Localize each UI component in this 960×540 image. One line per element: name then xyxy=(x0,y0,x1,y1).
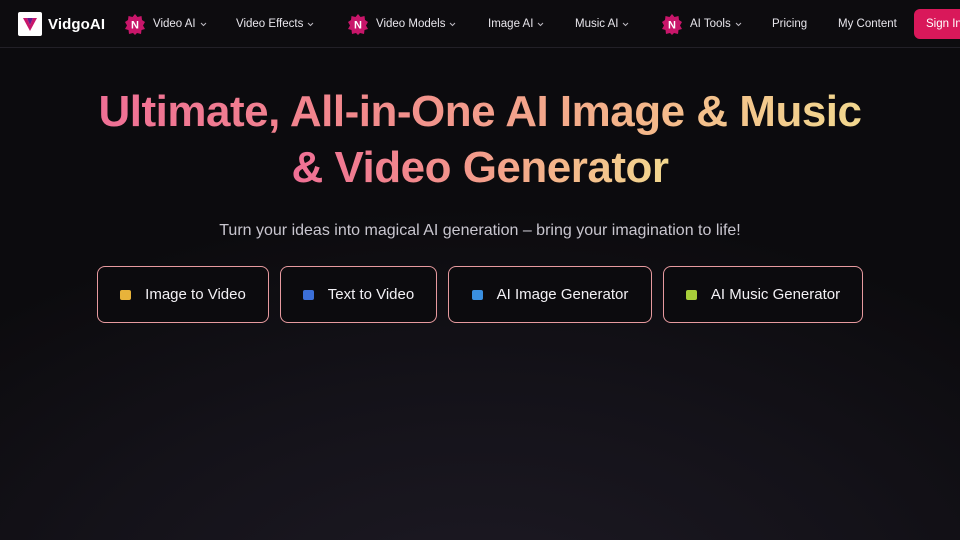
film-emoji-icon xyxy=(302,289,314,300)
chevron-down-icon xyxy=(735,22,742,26)
nav-item-label: Pricing xyxy=(772,18,808,30)
hero-title-line-2: & Video Generator xyxy=(291,143,669,192)
new-badge-icon: N xyxy=(348,14,368,35)
button-label: Image to Video xyxy=(145,286,246,303)
picture-emoji-icon xyxy=(120,289,132,300)
nav-item-my-content[interactable]: My Content xyxy=(838,12,897,36)
nav-item-label: AI Tools xyxy=(690,18,731,30)
top-navigation: VidgoAI N Video AI Video Effects N Video… xyxy=(0,0,960,48)
nav-item-video-models[interactable]: N Video Models xyxy=(347,12,456,36)
nav-item-label: Music AI xyxy=(575,18,619,30)
new-badge-icon: N xyxy=(125,14,145,35)
music-emoji-icon xyxy=(685,289,697,300)
svg-text:N: N xyxy=(354,20,362,32)
text-to-video-button[interactable]: Text to Video xyxy=(280,266,437,323)
sign-in-label: Sign In xyxy=(926,18,960,30)
chevron-down-icon xyxy=(307,22,314,26)
nav-item-music-ai[interactable]: Music AI xyxy=(575,12,629,36)
chevron-down-icon xyxy=(450,22,456,26)
image-to-video-button[interactable]: Image to Video xyxy=(97,266,269,323)
nav-item-image-ai[interactable]: Image AI xyxy=(488,12,544,36)
nav-item-video-ai[interactable]: N Video AI xyxy=(124,12,207,36)
nav-item-label: My Content xyxy=(838,18,897,30)
svg-text:N: N xyxy=(131,20,139,32)
sign-in-button[interactable]: Sign In xyxy=(914,9,960,39)
chevron-down-icon xyxy=(623,22,629,26)
button-label: AI Image Generator xyxy=(496,286,629,303)
nav-item-label: Image AI xyxy=(488,18,534,30)
hero-title-line-1: Ultimate, All-in-One AI Image & Music xyxy=(98,87,862,136)
logo[interactable]: VidgoAI xyxy=(18,11,105,37)
nav-item-pricing[interactable]: Pricing xyxy=(772,12,807,36)
ai-music-generator-button[interactable]: AI Music Generator xyxy=(663,266,863,323)
image-frame-emoji-icon xyxy=(471,289,483,300)
chevron-down-icon xyxy=(538,22,544,26)
nav-item-label: Video Effects xyxy=(236,18,304,30)
new-badge-icon: N xyxy=(662,14,682,35)
button-label: Text to Video xyxy=(327,286,415,303)
nav-item-ai-tools[interactable]: N AI Tools xyxy=(661,12,742,36)
hero-title: Ultimate, All-in-One AI Image & Music & … xyxy=(0,84,960,196)
hero-subtitle: Turn your ideas into magical AI generati… xyxy=(219,222,741,239)
nav-item-label: Video Models xyxy=(376,18,446,30)
page: VidgoAI N Video AI Video Effects N Video… xyxy=(0,0,960,540)
vidgo-logo-icon xyxy=(18,12,42,36)
ai-image-generator-button[interactable]: AI Image Generator xyxy=(448,266,652,323)
svg-text:N: N xyxy=(668,20,676,32)
brand-name: VidgoAI xyxy=(48,15,106,33)
nav-item-label: Video AI xyxy=(153,18,196,30)
nav-item-video-effects[interactable]: Video Effects xyxy=(236,12,314,36)
chevron-down-icon xyxy=(200,22,206,26)
button-label: AI Music Generator xyxy=(710,286,841,303)
